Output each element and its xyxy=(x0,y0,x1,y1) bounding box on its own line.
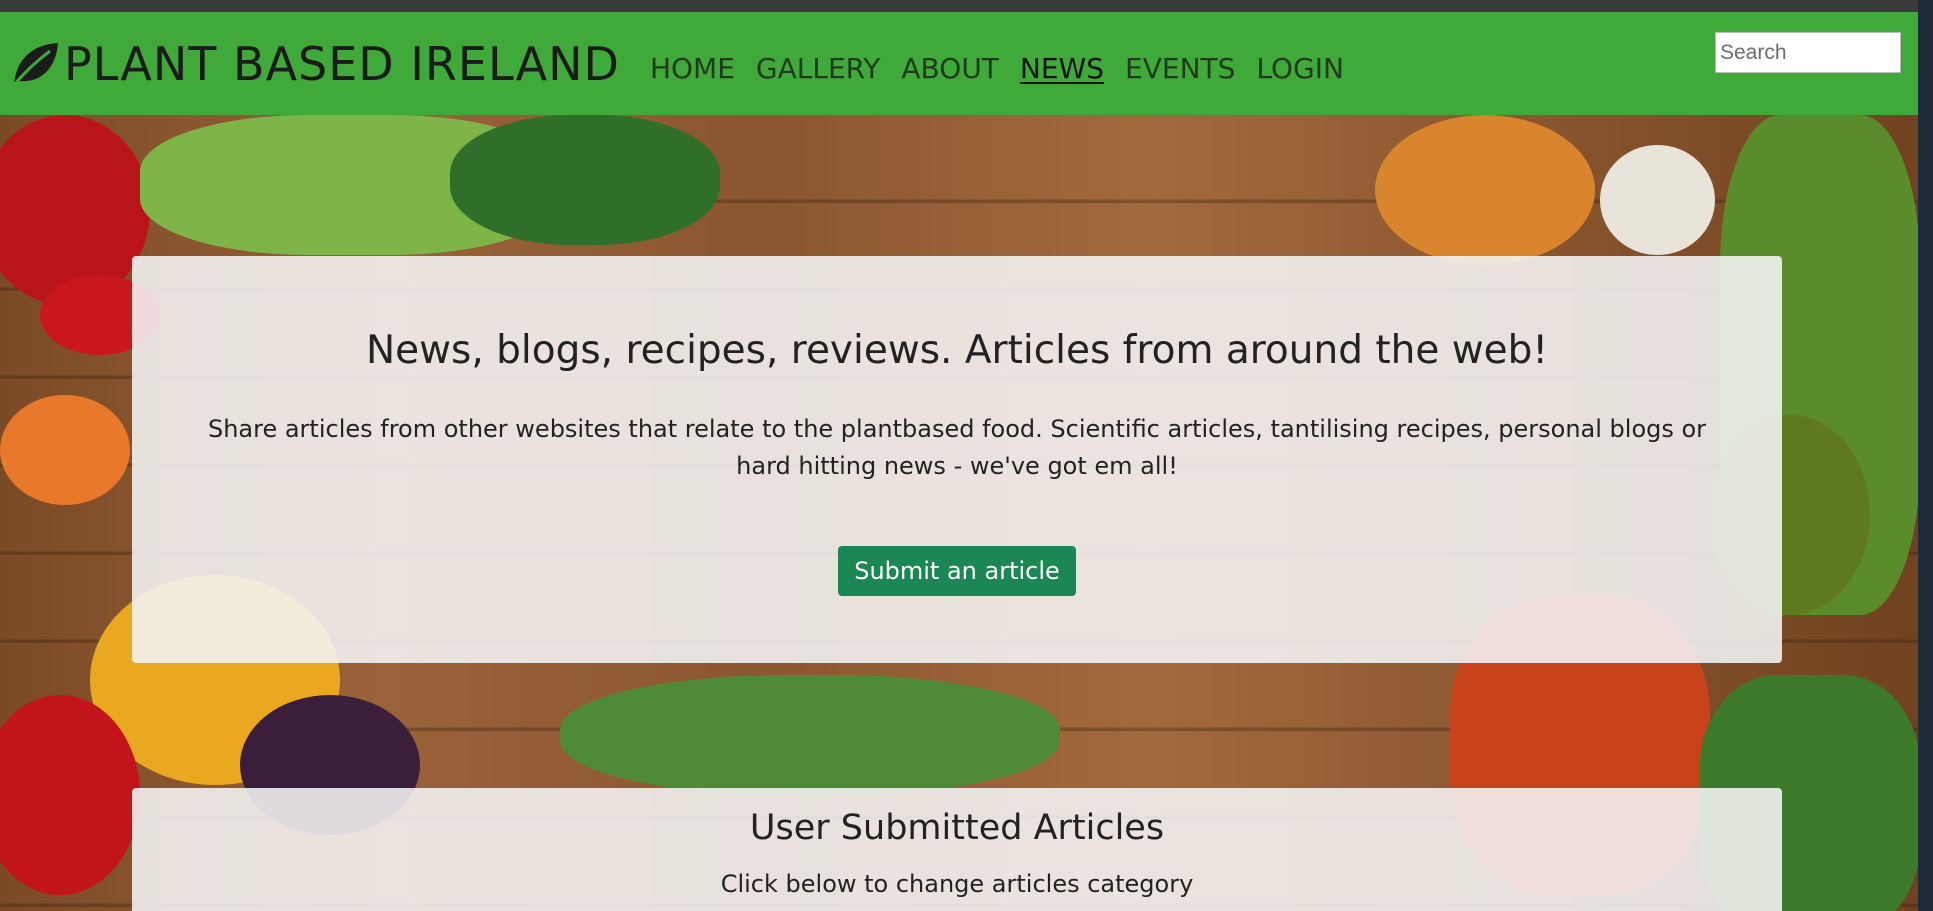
nav-links: HOME GALLERY ABOUT NEWS EVENTS LOGIN xyxy=(650,52,1365,85)
peas-pods-image xyxy=(560,675,1060,795)
window-right-edge xyxy=(1918,0,1933,911)
nav-link-about[interactable]: ABOUT xyxy=(901,52,999,85)
nav-link-gallery[interactable]: GALLERY xyxy=(756,52,881,85)
brand-name: PLANT BASED IRELAND xyxy=(64,36,620,91)
user-articles-card: User Submitted Articles Click below to c… xyxy=(132,788,1782,911)
red-pepper-image xyxy=(0,115,150,305)
nav-link-events[interactable]: EVENTS xyxy=(1125,52,1235,85)
submit-article-button[interactable]: Submit an article xyxy=(838,546,1076,596)
section-title: User Submitted Articles xyxy=(749,808,1165,848)
search-input[interactable] xyxy=(1715,32,1901,73)
page-description: Share articles from other websites that … xyxy=(207,415,1707,480)
nav-link-home[interactable]: HOME xyxy=(650,52,735,85)
leaf-icon xyxy=(12,42,58,86)
page-title: News, blogs, recipes, reviews. Articles … xyxy=(365,328,1549,373)
garlic-image xyxy=(1600,145,1715,255)
brand-logo[interactable]: PLANT BASED IRELAND xyxy=(10,34,620,94)
browser-top-strip xyxy=(0,0,1933,12)
leafy-greens-image xyxy=(450,115,720,245)
nav-link-login[interactable]: LOGIN xyxy=(1256,52,1344,85)
section-subtitle: Click below to change articles category xyxy=(720,870,1194,898)
orange-pepper-image xyxy=(0,395,130,505)
nav-link-news[interactable]: NEWS xyxy=(1020,52,1104,85)
pumpkin-image xyxy=(1375,115,1595,265)
navbar: PLANT BASED IRELAND HOME GALLERY ABOUT N… xyxy=(0,12,1918,115)
news-intro-card: News, blogs, recipes, reviews. Articles … xyxy=(132,256,1782,663)
